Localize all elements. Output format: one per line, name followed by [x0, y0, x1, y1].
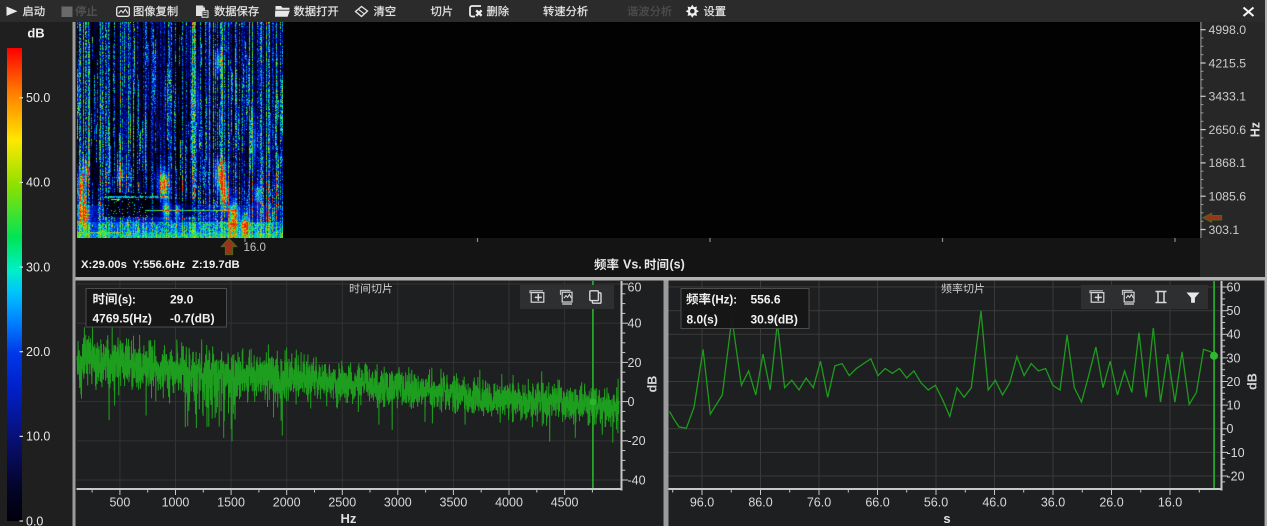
- svg-text:40: 40: [1227, 328, 1241, 342]
- svg-text:96.0: 96.0: [690, 496, 714, 510]
- svg-text:30.9(dB): 30.9(dB): [751, 313, 798, 327]
- svg-text:dB: dB: [27, 26, 44, 41]
- svg-text:20: 20: [628, 356, 642, 370]
- svg-text:1000: 1000: [162, 496, 190, 510]
- svg-text:20: 20: [1227, 375, 1241, 389]
- svg-text:60: 60: [628, 280, 642, 294]
- svg-text:40.0: 40.0: [26, 176, 50, 190]
- svg-text:30.0: 30.0: [26, 260, 50, 274]
- svg-text:36.0: 36.0: [1041, 496, 1065, 510]
- svg-text:dB: dB: [646, 376, 660, 393]
- svg-text:29.0: 29.0: [170, 293, 194, 307]
- svg-text:76.0: 76.0: [807, 496, 831, 510]
- svg-text:40: 40: [628, 317, 642, 331]
- svg-text:Z:19.7dB: Z:19.7dB: [192, 259, 240, 271]
- svg-text:16.0: 16.0: [1158, 496, 1182, 510]
- svg-text:-40: -40: [628, 473, 646, 487]
- svg-text:66.0: 66.0: [865, 496, 889, 510]
- svg-text:2000: 2000: [273, 496, 301, 510]
- svg-text:3500: 3500: [440, 496, 468, 510]
- svg-text:1500: 1500: [217, 496, 245, 510]
- svg-text:Hz: Hz: [341, 511, 357, 526]
- svg-text:46.0: 46.0: [982, 496, 1006, 510]
- svg-text:50.0: 50.0: [26, 91, 50, 105]
- svg-text:4215.5: 4215.5: [1209, 56, 1247, 70]
- svg-text:556.6: 556.6: [751, 293, 781, 307]
- svg-text:20.0: 20.0: [26, 345, 50, 359]
- svg-text:2650.6: 2650.6: [1209, 123, 1247, 137]
- svg-text:4000: 4000: [495, 496, 523, 510]
- svg-text:10.0: 10.0: [26, 430, 50, 444]
- svg-text:26.0: 26.0: [1099, 496, 1123, 510]
- svg-text:-0.7(dB): -0.7(dB): [170, 312, 215, 326]
- svg-text:0.0: 0.0: [26, 514, 43, 526]
- svg-text:Vs.: Vs.: [623, 258, 642, 272]
- svg-text:56.0: 56.0: [924, 496, 948, 510]
- svg-text:10: 10: [1227, 399, 1241, 413]
- svg-text:4500: 4500: [551, 496, 579, 510]
- svg-text:X:29.00s: X:29.00s: [81, 259, 127, 271]
- svg-text:16.0: 16.0: [244, 242, 266, 254]
- svg-text:8.0(s): 8.0(s): [687, 313, 718, 327]
- svg-text:(Hz):: (Hz):: [712, 295, 738, 307]
- svg-text:60: 60: [1227, 280, 1241, 294]
- svg-text:3000: 3000: [384, 496, 412, 510]
- svg-text:-20: -20: [1227, 469, 1245, 483]
- svg-text:Hz: Hz: [1248, 122, 1262, 137]
- svg-text:-20: -20: [628, 434, 646, 448]
- svg-text:3433.1: 3433.1: [1209, 90, 1247, 104]
- svg-text:(s):: (s):: [118, 295, 136, 307]
- svg-text:86.0: 86.0: [748, 496, 772, 510]
- svg-text:dB: dB: [1246, 373, 1260, 390]
- svg-text:(s): (s): [670, 258, 685, 272]
- svg-text:2500: 2500: [328, 496, 356, 510]
- svg-text:Y:556.6Hz: Y:556.6Hz: [133, 259, 186, 271]
- svg-text:303.1: 303.1: [1209, 223, 1240, 237]
- svg-text:30: 30: [1227, 351, 1241, 365]
- svg-text:s: s: [943, 511, 950, 526]
- svg-text:50: 50: [1227, 304, 1241, 318]
- svg-text:1085.6: 1085.6: [1209, 190, 1247, 204]
- svg-text:4769.5(Hz): 4769.5(Hz): [93, 312, 152, 326]
- svg-text:1868.1: 1868.1: [1209, 156, 1247, 170]
- svg-text:0: 0: [628, 395, 635, 409]
- svg-text:4998.0: 4998.0: [1209, 23, 1247, 37]
- svg-text:0: 0: [1227, 422, 1234, 436]
- svg-text:500: 500: [109, 496, 130, 510]
- svg-text:-10: -10: [1227, 446, 1245, 460]
